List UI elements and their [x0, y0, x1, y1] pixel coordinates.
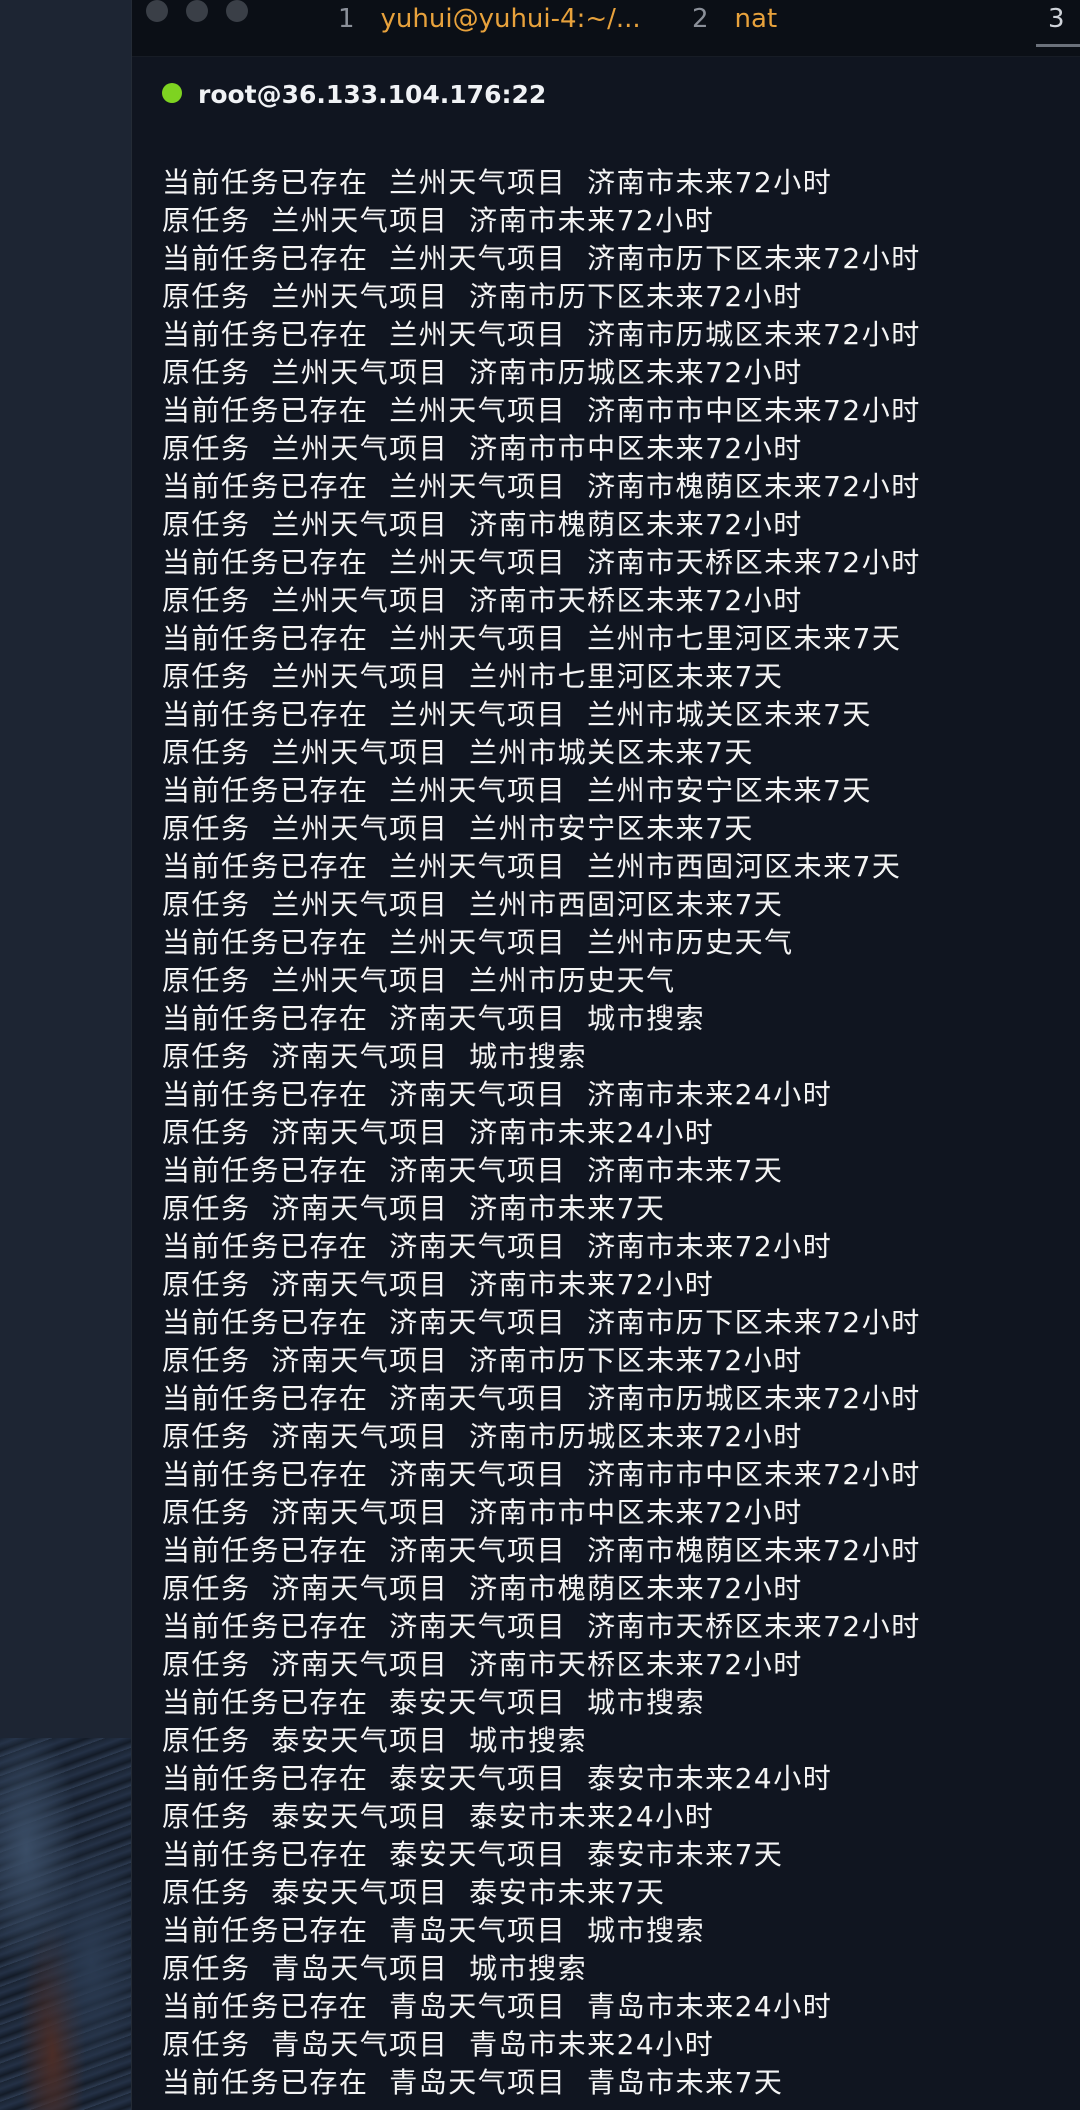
desktop-background: [0, 0, 131, 2110]
terminal-line: 当前任务已存在 济南天气项目 济南市历下区未来72小时: [162, 1306, 921, 1339]
terminal-line: 当前任务已存在 兰州天气项目 兰州市安宁区未来7天: [162, 774, 872, 807]
terminal-line: 当前任务已存在 济南天气项目 济南市天桥区未来72小时: [162, 1610, 921, 1643]
terminal-line: 原任务 兰州天气项目 济南市市中区未来72小时: [162, 432, 803, 465]
terminal-line: 原任务 济南天气项目 济南市历城区未来72小时: [162, 1420, 803, 1453]
maximize-window-button[interactable]: [226, 0, 248, 22]
session-host: root@36.133.104.176:22: [198, 80, 547, 109]
terminal-line: 当前任务已存在 青岛天气项目 城市搜索: [162, 1914, 706, 1947]
terminal-line: 当前任务已存在 济南天气项目 济南市未来24小时: [162, 1078, 833, 1111]
tab-number: 1: [338, 4, 355, 34]
active-tab-indicator: [1036, 44, 1080, 47]
terminal-line: 原任务 兰州天气项目 兰州市七里河区未来7天: [162, 660, 784, 693]
wallpaper-image: [0, 1738, 131, 2110]
terminal-line: 原任务 兰州天气项目 济南市历城区未来72小时: [162, 356, 803, 389]
terminal-line: 当前任务已存在 泰安天气项目 泰安市未来7天: [162, 1838, 784, 1871]
terminal-line: 原任务 兰州天气项目 兰州市历史天气: [162, 964, 676, 997]
terminal-line: 原任务 青岛天气项目 城市搜索: [162, 1952, 588, 1985]
connection-status-icon: [162, 83, 182, 103]
terminal-line: 当前任务已存在 兰州天气项目 济南市天桥区未来72小时: [162, 546, 921, 579]
terminal-line: 原任务 泰安天气项目 城市搜索: [162, 1724, 588, 1757]
terminal-line: 原任务 青岛天气项目 青岛市未来24小时: [162, 2028, 715, 2061]
tab-3[interactable]: 3: [1048, 0, 1080, 40]
terminal-line: 原任务 兰州天气项目 济南市未来72小时: [162, 204, 715, 237]
terminal-line: 当前任务已存在 兰州天气项目 济南市历下区未来72小时: [162, 242, 921, 275]
tab-number: 3: [1048, 4, 1065, 34]
terminal-line: 当前任务已存在 济南天气项目 济南市未来7天: [162, 1154, 784, 1187]
terminal-line: 当前任务已存在 济南天气项目 济南市未来72小时: [162, 1230, 833, 1263]
terminal-line: 原任务 济南天气项目 济南市天桥区未来72小时: [162, 1648, 803, 1681]
terminal-line: 原任务 济南天气项目 济南市历下区未来72小时: [162, 1344, 803, 1377]
terminal-line: 原任务 济南天气项目 济南市未来7天: [162, 1192, 666, 1225]
terminal-line: 原任务 泰安天气项目 泰安市未来7天: [162, 1876, 666, 1909]
terminal-line: 当前任务已存在 兰州天气项目 济南市市中区未来72小时: [162, 394, 921, 427]
terminal-line: 原任务 济南天气项目 城市搜索: [162, 1040, 588, 1073]
terminal-line: 原任务 济南天气项目 济南市市中区未来72小时: [162, 1496, 803, 1529]
terminal-line: 当前任务已存在 兰州天气项目 兰州市城关区未来7天: [162, 698, 872, 731]
terminal-line: 当前任务已存在 济南天气项目 城市搜索: [162, 1002, 706, 1035]
terminal-line: 当前任务已存在 济南天气项目 济南市市中区未来72小时: [162, 1458, 921, 1491]
terminal-line: 原任务 兰州天气项目 济南市历下区未来72小时: [162, 280, 803, 313]
terminal-line: 当前任务已存在 泰安天气项目 泰安市未来24小时: [162, 1762, 833, 1795]
terminal-line: 当前任务已存在 青岛天气项目 青岛市未来24小时: [162, 1990, 833, 2023]
tab-label: nat: [734, 4, 778, 34]
terminal-line: 当前任务已存在 济南天气项目 济南市槐荫区未来72小时: [162, 1534, 921, 1567]
terminal-line: 当前任务已存在 济南天气项目 济南市历城区未来72小时: [162, 1382, 921, 1415]
session-header: root@36.133.104.176:22: [162, 80, 546, 112]
terminal-line: 原任务 兰州天气项目 兰州市安宁区未来7天: [162, 812, 754, 845]
terminal-line: 原任务 兰州天气项目 兰州市城关区未来7天: [162, 736, 754, 769]
terminal-output[interactable]: 当前任务已存在 兰州天气项目 济南市未来72小时 原任务 兰州天气项目 济南市未来…: [162, 164, 1072, 2102]
terminal-line: 当前任务已存在 兰州天气项目 兰州市七里河区未来7天: [162, 622, 902, 655]
tab-number: 2: [692, 4, 709, 34]
terminal-line: 原任务 泰安天气项目 泰安市未来24小时: [162, 1800, 715, 1833]
close-window-button[interactable]: [146, 0, 168, 22]
terminal-line: 原任务 济南天气项目 济南市槐荫区未来72小时: [162, 1572, 803, 1605]
title-bar: 1 yuhui@yuhui-4:~/... 2 nat 3: [132, 0, 1080, 57]
tab-1[interactable]: 1 yuhui@yuhui-4:~/...: [338, 0, 641, 40]
terminal-line: 原任务 兰州天气项目 济南市天桥区未来72小时: [162, 584, 803, 617]
terminal-line: 当前任务已存在 兰州天气项目 济南市未来72小时: [162, 166, 833, 199]
tab-2[interactable]: 2 nat: [692, 0, 777, 40]
terminal-line: 当前任务已存在 兰州天气项目 济南市历城区未来72小时: [162, 318, 921, 351]
terminal-line: 原任务 兰州天气项目 兰州市西固河区未来7天: [162, 888, 784, 921]
terminal-window: 1 yuhui@yuhui-4:~/... 2 nat 3 root@36.133.…: [131, 0, 1080, 2110]
terminal-line: 当前任务已存在 青岛天气项目 青岛市未来7天: [162, 2066, 784, 2099]
terminal-line: 原任务 兰州天气项目 济南市槐荫区未来72小时: [162, 508, 803, 541]
terminal-line: 当前任务已存在 兰州天气项目 兰州市历史天气: [162, 926, 794, 959]
tab-label: yuhui@yuhui-4:~/...: [380, 4, 641, 34]
minimize-window-button[interactable]: [186, 0, 208, 22]
terminal-line: 当前任务已存在 兰州天气项目 兰州市西固河区未来7天: [162, 850, 902, 883]
terminal-line: 当前任务已存在 泰安天气项目 城市搜索: [162, 1686, 706, 1719]
terminal-line: 原任务 济南天气项目 济南市未来24小时: [162, 1116, 715, 1149]
terminal-line: 原任务 济南天气项目 济南市未来72小时: [162, 1268, 715, 1301]
terminal-line: 当前任务已存在 兰州天气项目 济南市槐荫区未来72小时: [162, 470, 921, 503]
